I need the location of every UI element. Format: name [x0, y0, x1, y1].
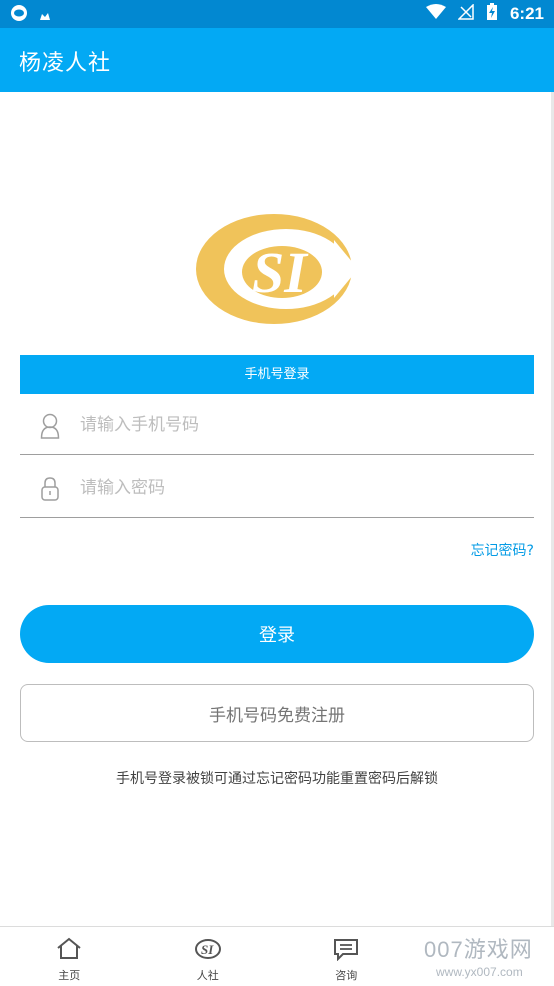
- watermark-url: www.yx007.com: [436, 965, 523, 979]
- nav-label: 人社: [196, 969, 219, 982]
- password-input[interactable]: [78, 470, 512, 506]
- notification-icon: [10, 4, 28, 26]
- page-title: 杨凌人社: [19, 51, 112, 76]
- battery-charging-icon: [486, 3, 498, 25]
- password-field-row: [20, 458, 534, 518]
- unlock-hint: 手机号登录被锁可通过忘记密码功能重置密码后解锁: [116, 771, 438, 787]
- status-bar: 6:21: [0, 0, 554, 28]
- nav-item-consult[interactable]: 咨询: [277, 927, 416, 986]
- nav-label: 咨询: [335, 969, 358, 982]
- login-button[interactable]: 登录: [20, 605, 534, 663]
- register-button[interactable]: 手机号码免费注册: [20, 684, 534, 742]
- no-signal-icon: [457, 3, 474, 24]
- user-icon: [40, 413, 60, 439]
- watermark-title: 007游戏网: [424, 937, 533, 962]
- svg-text:SI: SI: [252, 240, 309, 305]
- watermark: 007游戏网 www.yx007.com: [418, 932, 552, 986]
- nav-label: 主页: [58, 969, 81, 982]
- lock-icon: [40, 476, 60, 502]
- cloud-icon: [38, 6, 52, 25]
- phone-input[interactable]: [78, 407, 512, 443]
- nav-item-si[interactable]: SI 人社: [139, 927, 278, 986]
- clock: 6:21: [509, 4, 544, 23]
- phone-field-row: [20, 395, 534, 455]
- si-logo: SI: [194, 210, 358, 328]
- tab-phone-login[interactable]: 手机号登录: [20, 355, 534, 394]
- svg-text:SI: SI: [201, 942, 214, 957]
- nav-item-home[interactable]: 主页: [0, 927, 139, 986]
- wifi-icon: [425, 4, 446, 24]
- app-bar: 杨凌人社: [0, 28, 554, 92]
- forgot-password-link[interactable]: 忘记密码?: [471, 540, 534, 560]
